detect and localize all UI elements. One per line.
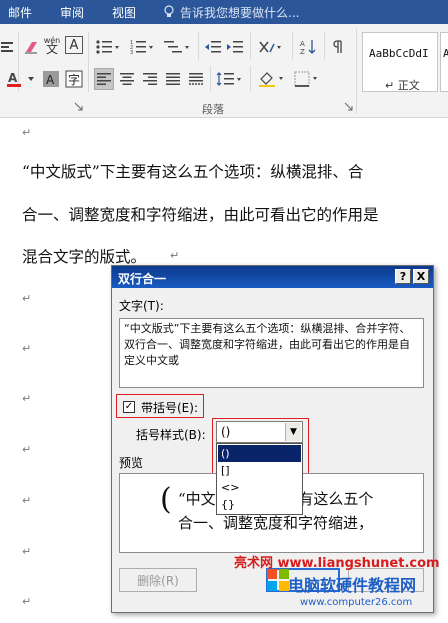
bracket-style-dropdown: () [] <> {} bbox=[216, 443, 303, 515]
asian-layout-icon[interactable] bbox=[256, 36, 286, 58]
style-normal[interactable]: AaBbCcDdI ↵ 正文 bbox=[362, 32, 438, 92]
svg-text:A: A bbox=[46, 73, 55, 87]
paragraph-group-label: 段落 bbox=[202, 103, 224, 116]
delete-button[interactable]: 删除(R) bbox=[119, 568, 197, 592]
paragraph-mark: ↵ bbox=[170, 249, 180, 262]
doc-line-2: 合一、调整宽度和字符缩进，由此可看出它的作用是 bbox=[22, 206, 379, 224]
tab-view[interactable]: 视图 bbox=[112, 4, 136, 21]
align-left-paragraph-icon[interactable] bbox=[94, 68, 114, 90]
tab-review[interactable]: 审阅 bbox=[60, 4, 84, 21]
align-left-icon[interactable] bbox=[0, 36, 14, 58]
clear-formatting-icon[interactable] bbox=[22, 36, 40, 58]
ribbon-tab-bar: 邮件 审阅 视图 告诉我您想要做什么... bbox=[0, 0, 448, 24]
svg-text:A: A bbox=[8, 71, 18, 85]
ribbon-home: wén 文 A 123 AZ A A 字 段落 AaBbCcDdI ↵ 正文 A bbox=[0, 24, 448, 118]
bracket-style-value: () bbox=[221, 425, 231, 439]
paragraph-mark: ↵ bbox=[22, 494, 32, 507]
paragraph-mark: ↵ bbox=[22, 126, 32, 139]
character-border-icon[interactable]: 字 bbox=[64, 68, 84, 90]
paragraph-dialog-launcher-icon[interactable] bbox=[342, 100, 354, 112]
watermark-site: 亮术网 www.liangshunet.com bbox=[234, 556, 440, 571]
bracket-option[interactable]: [] bbox=[218, 462, 301, 479]
svg-text:Z: Z bbox=[300, 48, 305, 55]
shading-bucket-icon[interactable] bbox=[256, 68, 286, 90]
style-next[interactable]: A bbox=[440, 32, 448, 92]
font-dialog-launcher-icon[interactable] bbox=[72, 100, 84, 112]
bullets-icon[interactable] bbox=[94, 36, 122, 58]
dialog-title-bar[interactable]: 双行合一 ? X bbox=[112, 266, 433, 288]
borders-icon[interactable] bbox=[292, 68, 322, 90]
bracket-option[interactable]: () bbox=[218, 445, 301, 462]
bracket-checkbox[interactable]: ✓ bbox=[123, 401, 135, 413]
svg-text:字: 字 bbox=[68, 72, 80, 87]
bracket-checkbox-highlight: ✓ 带括号(E): bbox=[116, 394, 204, 418]
doc-line-1: “中文版式”下主要有这么五个选项：纵横混排、合 bbox=[22, 163, 364, 181]
preview-line-2: 合一、调整宽度和字符缩进， bbox=[178, 514, 374, 532]
chevron-down-icon[interactable]: ▼ bbox=[285, 423, 301, 441]
justify-icon[interactable] bbox=[163, 68, 183, 90]
dialog-title: 双行合一 bbox=[118, 272, 167, 286]
text-label: 文字(T): bbox=[119, 299, 164, 313]
font-color-icon[interactable]: A bbox=[4, 68, 38, 90]
character-shading-icon[interactable]: A bbox=[42, 68, 60, 90]
paragraph-mark: ↵ bbox=[22, 292, 32, 305]
paragraph-mark: ↵ bbox=[22, 342, 32, 355]
show-marks-icon[interactable] bbox=[330, 36, 346, 58]
preview-label: 预览 bbox=[119, 456, 144, 470]
bracket-style-label: 括号样式(B): bbox=[136, 428, 206, 442]
line-spacing-icon[interactable] bbox=[214, 68, 244, 90]
svg-text:A: A bbox=[300, 40, 305, 48]
close-button[interactable]: X bbox=[413, 269, 429, 284]
decrease-indent-icon[interactable] bbox=[204, 36, 222, 58]
distributed-icon[interactable] bbox=[186, 68, 206, 90]
align-right-icon[interactable] bbox=[140, 68, 160, 90]
bracket-checkbox-label[interactable]: 带括号(E): bbox=[141, 399, 198, 416]
paragraph-mark: ↵ bbox=[22, 443, 32, 456]
bracket-option[interactable]: <> bbox=[218, 479, 301, 496]
paragraph-mark: ↵ bbox=[22, 392, 32, 405]
watermark-url: www.computer26.com bbox=[300, 597, 413, 608]
paragraph-mark: ↵ bbox=[22, 545, 32, 558]
doc-line-3: 混合文字的版式。 bbox=[22, 248, 147, 266]
paragraph-mark: ↵ bbox=[22, 595, 32, 608]
watermark-title: 电脑软硬件教程网 bbox=[288, 576, 417, 595]
phonetic-guide-icon[interactable]: wén 文 bbox=[42, 34, 62, 56]
multilevel-list-icon[interactable] bbox=[162, 36, 192, 58]
help-button[interactable]: ? bbox=[395, 269, 411, 284]
numbering-icon[interactable]: 123 bbox=[128, 36, 156, 58]
lightbulb-icon bbox=[164, 5, 174, 17]
sort-icon[interactable]: AZ bbox=[298, 36, 318, 58]
align-center-icon[interactable] bbox=[117, 68, 137, 90]
text-input[interactable]: “中文版式”下主要有这么五个选项：纵横混排、合并字符、双行合一、调整宽度和字符缩… bbox=[119, 318, 424, 388]
tell-me-search[interactable]: 告诉我您想要做什么... bbox=[180, 4, 299, 21]
bracket-option[interactable]: {} bbox=[218, 496, 301, 513]
svg-text:3: 3 bbox=[130, 50, 133, 54]
preview-paren: ( bbox=[160, 482, 172, 517]
enclose-character-icon[interactable]: A bbox=[65, 36, 83, 54]
increase-indent-icon[interactable] bbox=[226, 36, 244, 58]
windows-logo-icon bbox=[267, 569, 289, 591]
tab-mailings[interactable]: 邮件 bbox=[8, 4, 32, 21]
bracket-style-select[interactable]: () ▼ bbox=[216, 421, 303, 443]
